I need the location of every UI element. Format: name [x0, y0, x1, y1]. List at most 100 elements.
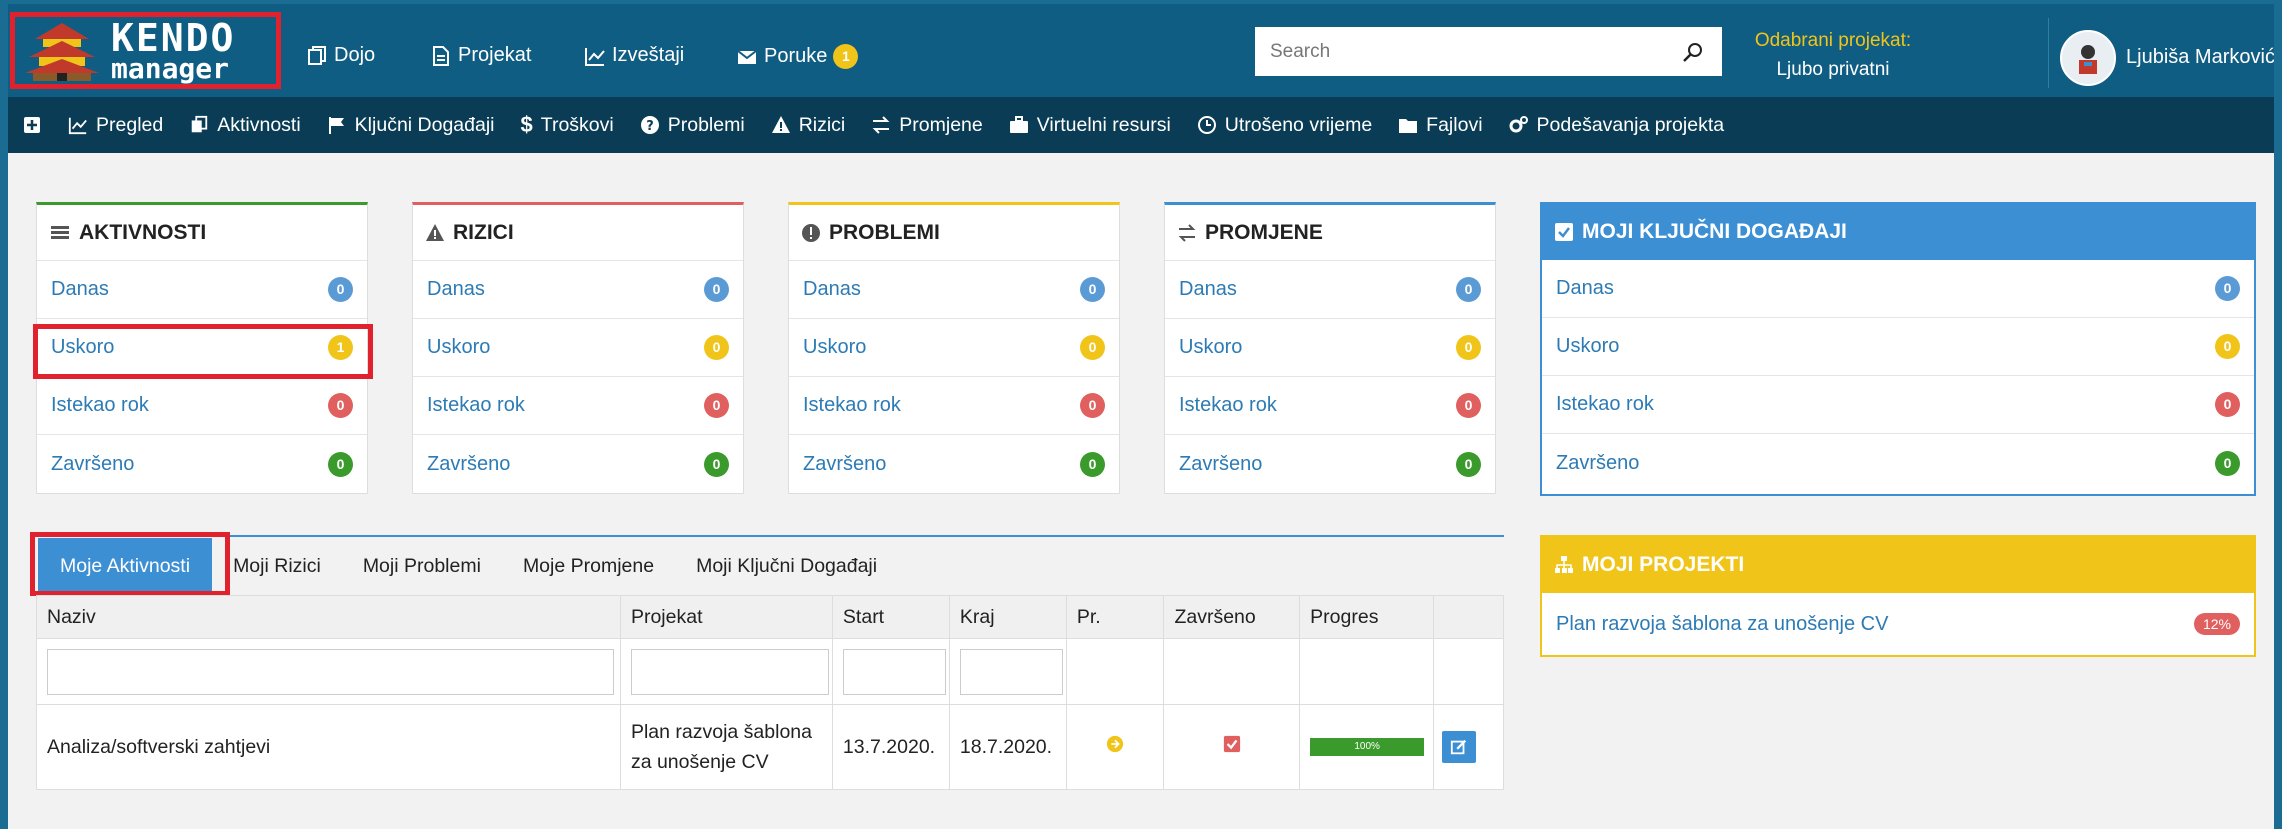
- subnav-rizici-label: Rizici: [798, 113, 846, 136]
- subnav-aktivnosti-label: Aktivnosti: [217, 113, 301, 136]
- checked-checkbox-icon[interactable]: [1223, 735, 1241, 753]
- file-icon: [433, 45, 449, 66]
- user-name[interactable]: Ljubiša Marković: [2126, 46, 2275, 69]
- panel-rizici-header: RIZICI: [413, 205, 743, 261]
- events-row-istekao-rok[interactable]: Istekao rok 0: [1542, 376, 2254, 434]
- subnav-podesavanja[interactable]: Podešavanja projekta: [1509, 114, 1724, 137]
- count-badge: 0: [1456, 335, 1481, 360]
- panel-aktivnosti-header: AKTIVNOSTI: [37, 205, 367, 261]
- problemi-row-zavrseno[interactable]: Završeno 0: [789, 435, 1119, 493]
- events-row-danas[interactable]: Danas 0: [1542, 260, 2254, 318]
- subnav-fajlovi[interactable]: Fajlovi: [1398, 114, 1483, 137]
- filter-naziv-input[interactable]: [47, 648, 614, 695]
- aktivnosti-row-danas[interactable]: Danas 0: [37, 261, 367, 319]
- tab-moji-problemi[interactable]: Moji Problemi: [342, 538, 502, 594]
- tab-moje-promjene[interactable]: Moje Promjene: [502, 538, 675, 594]
- col-projekat[interactable]: Projekat: [619, 595, 833, 639]
- nav-dojo[interactable]: Dojo: [306, 44, 375, 67]
- aktivnosti-row-zavrseno[interactable]: Završeno 0: [37, 435, 367, 493]
- problemi-row-istekao-rok[interactable]: Istekao rok 0: [789, 377, 1119, 435]
- row-label: Uskoro: [803, 336, 867, 358]
- subnav-kljucni-dogadjaji[interactable]: Ključni Događaji: [327, 114, 495, 137]
- subnav-problemi[interactable]: ? Problemi: [640, 114, 745, 137]
- tab-moji-rizici[interactable]: Moji Rizici: [212, 538, 342, 594]
- rizici-row-danas[interactable]: Danas 0: [413, 261, 743, 319]
- aktivnosti-row-istekao-rok[interactable]: Istekao rok 0: [37, 377, 367, 435]
- subnav-pregled[interactable]: Pregled: [68, 114, 163, 137]
- subnav-troskovi[interactable]: $ Troškovi: [521, 112, 614, 138]
- count-badge: 0: [328, 451, 353, 477]
- selected-project-label: Odabrani projekat:: [1754, 30, 1912, 51]
- subnav-pregled-label: Pregled: [96, 113, 164, 136]
- selected-project-value[interactable]: Ljubo privatni: [1728, 59, 1938, 81]
- plus-icon: [24, 117, 40, 133]
- rizici-row-uskoro[interactable]: Uskoro 0: [413, 319, 743, 377]
- row-label: Istekao rok: [1179, 394, 1277, 416]
- problemi-row-danas[interactable]: Danas 0: [789, 261, 1119, 319]
- user-avatar-icon: [2079, 45, 2097, 74]
- avatar[interactable]: [2060, 30, 2116, 86]
- count-badge: 0: [704, 451, 729, 477]
- promjene-row-zavrseno[interactable]: Završeno 0: [1165, 435, 1495, 493]
- rizici-row-zavrseno[interactable]: Završeno 0: [413, 435, 743, 493]
- list-icon: [51, 225, 69, 239]
- logo[interactable]: KENDO manager: [10, 12, 281, 89]
- rizici-row-istekao-rok[interactable]: Istekao rok 0: [413, 377, 743, 435]
- copy-icon: [191, 115, 208, 133]
- problemi-row-uskoro[interactable]: Uskoro 0: [789, 319, 1119, 377]
- filter-kraj-input[interactable]: [959, 648, 1063, 695]
- filter-start-input[interactable]: [842, 648, 946, 695]
- panel-aktivnosti-title: AKTIVNOSTI: [79, 220, 207, 244]
- events-row-uskoro[interactable]: Uskoro 0: [1542, 318, 2254, 376]
- row-label: Završeno: [803, 452, 887, 475]
- panel-promjene: PROMJENE Danas 0 Uskoro 0 Istekao rok 0 Zav…: [1164, 202, 1496, 494]
- count-badge: 0: [1080, 393, 1105, 418]
- logo-text-top: KENDO: [111, 15, 236, 60]
- events-row-zavrseno[interactable]: Završeno 0: [1542, 434, 2254, 492]
- row-label: Uskoro: [1179, 336, 1243, 358]
- subnav-promjene-label: Promjene: [899, 113, 983, 136]
- subnav-promjene[interactable]: Promjene: [871, 113, 983, 137]
- promjene-row-danas[interactable]: Danas 0: [1165, 261, 1495, 319]
- row-label: Završeno: [1179, 452, 1263, 475]
- col-kraj[interactable]: Kraj: [948, 595, 1067, 639]
- subnav-utroseno-vrijeme[interactable]: Utrošeno vrijeme: [1197, 114, 1372, 137]
- count-badge: 0: [2215, 276, 2240, 301]
- count-badge: 0: [1080, 451, 1105, 477]
- panel-rizici: RIZICI Danas 0 Uskoro 0 Istekao rok 0 Završ…: [412, 202, 744, 494]
- tab-moji-kljucni-dogadjaji[interactable]: Moji Ključni Događaji: [675, 538, 898, 594]
- nav-projekat[interactable]: Projekat: [430, 44, 531, 67]
- promjene-row-uskoro[interactable]: Uskoro 0: [1165, 319, 1495, 377]
- col-actions: [1433, 595, 1504, 639]
- table-row[interactable]: Analiza/softverski zahtjevi Plan razvoja…: [36, 704, 1504, 790]
- exclamation-icon: [802, 223, 820, 242]
- promjene-row-istekao-rok[interactable]: Istekao rok 0: [1165, 377, 1495, 435]
- subnav-aktivnosti[interactable]: Aktivnosti: [189, 113, 301, 137]
- panel-projects-header: MOJI PROJEKTI: [1542, 537, 2254, 593]
- col-zavrseno[interactable]: Završeno: [1163, 595, 1301, 639]
- subnav-virtuelni-resursi[interactable]: Virtuelni resursi: [1009, 114, 1171, 137]
- col-start[interactable]: Start: [831, 595, 950, 639]
- col-pr[interactable]: Pr.: [1065, 595, 1165, 639]
- search-icon[interactable]: [1681, 40, 1705, 64]
- svg-text:?: ?: [646, 119, 654, 134]
- col-progres[interactable]: Progres: [1299, 595, 1435, 639]
- edit-button[interactable]: [1442, 731, 1477, 763]
- nav-poruke[interactable]: Poruke 1: [736, 44, 859, 69]
- row-label: Danas: [1556, 277, 1614, 299]
- search-input[interactable]: [1255, 27, 1722, 76]
- count-badge: 0: [2215, 392, 2240, 417]
- checkbox-icon: [1555, 223, 1573, 241]
- chart-icon: [585, 47, 605, 66]
- subnav-add[interactable]: [22, 115, 42, 135]
- subnav-rizici[interactable]: Rizici: [771, 113, 846, 137]
- filter-projekat-input[interactable]: [630, 648, 829, 695]
- gears-icon: [1509, 116, 1528, 133]
- project-item[interactable]: Plan razvoja šablona za unošenje CV 12%: [1542, 593, 2254, 655]
- nav-izvestaji[interactable]: Izveštaji: [584, 44, 684, 67]
- row-label: Istekao rok: [803, 394, 901, 416]
- progress-bar: 100%: [1310, 738, 1425, 756]
- col-naziv[interactable]: Naziv: [36, 595, 621, 639]
- folder-icon: [1399, 119, 1418, 133]
- slide-edge-decoration: [2274, 0, 2282, 829]
